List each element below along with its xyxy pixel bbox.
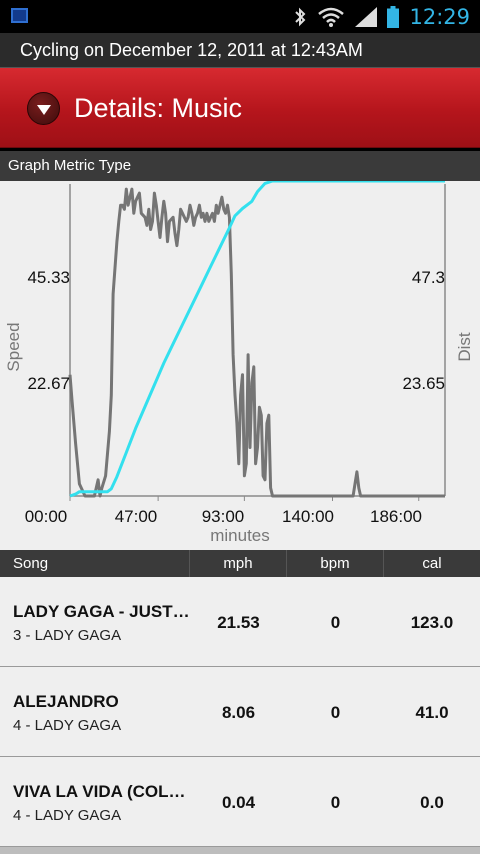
section-title: Details: Music — [74, 93, 243, 123]
song-cell: VIVA LA VIDA (COLDPLAY) 4 - LADY GAGA — [13, 782, 191, 824]
table-row[interactable]: LADY GAGA - JUST DANCE 3 - LADY GAGA 21.… — [0, 577, 480, 667]
table-header: Song mph bpm cal — [0, 550, 480, 577]
cal-value: 0.0 — [420, 793, 444, 812]
song-name: VIVA LA VIDA (COLDPLAY) — [13, 782, 191, 801]
right-tick-label: 23.65 — [402, 374, 445, 393]
column-header-mph[interactable]: mph — [190, 550, 287, 577]
status-icons: 12:29 — [293, 0, 470, 33]
cal-value: 123.0 — [410, 613, 454, 632]
left-tick-label: 22.67 — [27, 374, 70, 393]
bpm-value: 0 — [330, 793, 341, 812]
song-cell: ALEJANDRO 4 - LADY GAGA — [13, 692, 191, 734]
signal-icon — [355, 6, 378, 27]
right-axis-title: Dist — [455, 332, 474, 362]
section-header[interactable]: Details: Music — [0, 68, 480, 148]
song-cell: LADY GAGA - JUST DANCE 3 - LADY GAGA — [13, 602, 191, 644]
song-artist: 4 - LADY GAGA — [13, 807, 122, 824]
table-row[interactable]: ALEJANDRO 4 - LADY GAGA 8.06 0 41.0 — [0, 667, 480, 757]
graph-metric-type-bar[interactable]: Graph Metric Type — [0, 151, 480, 181]
notification-icon — [11, 8, 28, 23]
activity-title: Cycling on December 12, 2011 at 12:43AM — [0, 33, 480, 68]
plot-area — [68, 181, 445, 498]
wifi-icon — [318, 7, 345, 27]
column-header-cal[interactable]: cal — [384, 550, 480, 577]
column-header-song[interactable]: Song — [0, 550, 190, 577]
song-artist: 4 - LADY GAGA — [13, 717, 122, 734]
chart-svg: 45.33 22.67 47.3 23.65 Speed Dist 00:00 … — [4, 181, 474, 545]
table-row[interactable]: VIVA LA VIDA (COLDPLAY) 4 - LADY GAGA 0.… — [0, 757, 480, 847]
bluetooth-icon — [295, 7, 306, 26]
x-tick-label: 00:00 — [25, 507, 68, 526]
mph-value: 0.04 — [221, 793, 256, 812]
collapse-toggle-icon[interactable] — [27, 92, 60, 125]
battery-icon — [387, 5, 400, 28]
song-artist: 3 - LADY GAGA — [13, 627, 122, 644]
x-tick-label: 140:00 — [282, 507, 334, 526]
right-tick-label: 47.3 — [412, 268, 445, 287]
bpm-value: 0 — [330, 613, 341, 632]
song-name: LADY GAGA - JUST DANCE — [13, 602, 191, 621]
column-header-bpm[interactable]: bpm — [287, 550, 384, 577]
x-tick-label: 47:00 — [115, 507, 158, 526]
cal-value: 41.0 — [415, 703, 449, 722]
song-name: ALEJANDRO — [13, 692, 119, 711]
list-bottom-edge — [0, 847, 480, 854]
x-axis-title: minutes — [210, 526, 270, 545]
left-tick-label: 45.33 — [27, 268, 70, 287]
x-tick-label: 186:00 — [370, 507, 422, 526]
mph-value: 8.06 — [221, 703, 256, 722]
speed-distance-chart: 45.33 22.67 47.3 23.65 Speed Dist 00:00 … — [0, 181, 480, 550]
status-bar: 12:29 — [0, 0, 480, 33]
x-tick-label: 93:00 — [202, 507, 245, 526]
bpm-value: 0 — [330, 703, 341, 722]
left-axis-title: Speed — [4, 322, 23, 371]
clock: 12:29 — [409, 4, 470, 29]
mph-value: 21.53 — [217, 613, 260, 632]
song-list: LADY GAGA - JUST DANCE 3 - LADY GAGA 21.… — [0, 577, 480, 847]
